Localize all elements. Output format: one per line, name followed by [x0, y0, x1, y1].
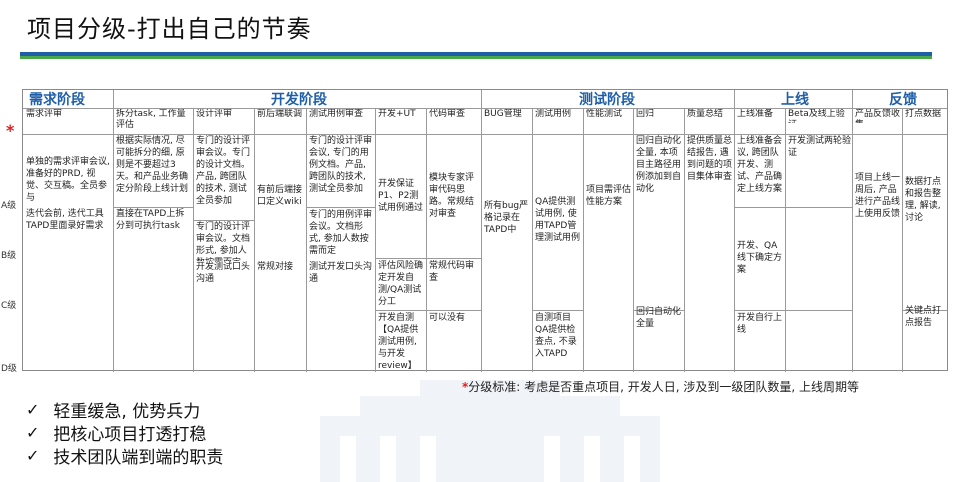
phase-dev: 开发阶段 — [271, 92, 327, 108]
cell-reg-d: 回归自动化全量 — [636, 307, 682, 329]
project-level-table: 需求阶段 开发阶段 测试阶段 上线 反馈 需求评审 拆分task, 工作量评估 … — [22, 89, 948, 372]
row-divider — [734, 310, 852, 311]
col-divider — [426, 108, 427, 372]
cell-design-b: 专门的设计评审会议。文档形式, 参加人数按需而定 — [196, 222, 251, 261]
page-title: 项目分级-打出自己的节奏 — [27, 15, 312, 43]
subheader-test-case: 测试用例 — [535, 109, 572, 119]
cell-design-c: 开发测试口头沟通 — [196, 262, 251, 284]
cell-track-a: 数据打点和报告整理, 解读, 讨论 — [905, 177, 942, 223]
subheader-beta: Beta及线上验证 — [788, 109, 845, 123]
subheader-quality-summary: 质量总结 — [687, 109, 724, 119]
subheader-design-review: 设计评审 — [196, 109, 233, 119]
col-divider — [785, 108, 786, 372]
level-a-label: A级 — [1, 201, 17, 211]
cell-devut-a: 开发保证P1、P2测试用例通过 — [378, 179, 424, 213]
grading-footnote: *分级标准: 考虑是否重点项目, 开发人日, 涉及到一级团队数量, 上线周期等 — [462, 378, 859, 395]
col-divider — [633, 108, 634, 372]
footnote-text: 分级标准: 考虑是否重点项目, 开发人日, 涉及到一级团队数量, 上线周期等 — [468, 380, 860, 394]
subheader-bug-mgmt: BUG管理 — [484, 109, 522, 119]
subheader-dev-ut: 开发+UT — [378, 109, 416, 119]
subheader-product-feedback: 产品反馈收集 — [855, 109, 901, 123]
subheader-regression: 回归 — [636, 109, 655, 119]
cell-perf-a: 项目需评估性能方案 — [586, 185, 632, 207]
row-divider — [532, 310, 583, 311]
bullet-text: 技术团队端到端的职责 — [53, 448, 224, 468]
cell-api-c: 常规对接 — [257, 262, 294, 272]
col-divider — [481, 90, 482, 372]
cell-reg-a: 回归自动化全量, 本项目主路径用例添加到自动化 — [636, 136, 682, 194]
subheader-code-review: 代码审查 — [429, 109, 466, 119]
cell-tcr-c: 测试开发口头沟通 — [309, 262, 373, 284]
cell-pf-a: 项目上线一周后, 产品进行产品线上使用反馈 — [855, 173, 901, 219]
bullet-item: ✓ 把核心项目打透打稳 — [26, 420, 206, 445]
subheader-launch-prep: 上线准备 — [737, 109, 774, 119]
col-divider — [734, 90, 735, 372]
subheader-perf-test: 性能测试 — [586, 109, 623, 119]
cell-tcr-b: 专门的用例评审会议。文档形式, 参加人数按需而定 — [309, 210, 373, 256]
bullet-item: ✓ 技术团队端到端的职责 — [26, 443, 223, 468]
row-divider — [734, 207, 852, 208]
cell-qs-a: 提供质量总结报告, 遇到问题的项目集体审查 — [687, 136, 733, 182]
row-divider — [375, 258, 481, 259]
col-divider — [583, 108, 584, 372]
title-underline-green — [20, 56, 932, 59]
row-divider — [306, 207, 375, 208]
bullet-text: 把核心项目打透打稳 — [53, 425, 207, 445]
cell-bug-a: 所有bug严格记录在TAPD中 — [484, 201, 529, 235]
cell-split-a: 根据实际情况, 尽可能拆分的细, 原则是不要超过3天。和产品业务确定分阶段上线计… — [116, 136, 189, 194]
check-icon: ✓ — [26, 423, 40, 442]
cell-devut-c: 评估风险确定开发自测/QA测试分工 — [378, 261, 424, 307]
col-divider — [684, 108, 685, 372]
bullet-text: 轻重缓急, 优势兵力 — [53, 402, 201, 422]
cell-lp-a: 上线准备会议, 跨团队开发、测试、产品确定上线方案 — [737, 136, 783, 194]
subheader-demand-review: 需求评审 — [26, 109, 63, 119]
cell-beta-a: 开发测试两轮验证 — [788, 136, 851, 158]
col-divider — [902, 108, 903, 372]
bullet-item: ✓ 轻重缓急, 优势兵力 — [26, 397, 200, 422]
cell-split-b: 直接在TAPD上拆分到可执行task — [116, 209, 185, 231]
cell-lp-d: 开发自行上线 — [737, 313, 783, 335]
cell-lp-b: 开发、QA线下确定方案 — [737, 241, 783, 275]
subheader-split-task: 拆分task, 工作量评估 — [116, 109, 186, 130]
col-divider — [306, 108, 307, 372]
level-marker: * — [6, 121, 15, 140]
col-divider — [852, 90, 853, 372]
phase-test: 测试阶段 — [579, 92, 635, 108]
cell-demand-a: 单独的需求评审会议, 准备好的PRD, 视觉、交互稿。全员参与 — [26, 157, 110, 203]
cell-track-d: 关键点打点报告 — [905, 306, 942, 328]
subheader-api-sync: 前后端联调 — [257, 109, 303, 119]
cell-code-c: 常规代码审查 — [429, 261, 475, 283]
cell-devut-d: 开发自测【QA提供测试用例, 与开发review】 — [378, 313, 419, 370]
row-divider — [375, 310, 481, 311]
col-divider — [375, 108, 376, 372]
cell-tcr-a: 专门的设计评审会议, 专门的用例文档。产品, 跨团队的技术, 测试全员参加 — [309, 136, 373, 194]
phase-feedback: 反馈 — [889, 92, 917, 108]
cell-tc-a: QA提供测试用例, 使用TAPD管理测试用例 — [535, 197, 581, 243]
col-divider — [113, 90, 114, 372]
cell-tc-d: 自测项目QA提供检查点, 不录入TAPD — [535, 313, 577, 359]
level-b-label: B级 — [1, 251, 17, 261]
cell-api-a: 有前后端接口定义wiki — [257, 185, 303, 207]
subheader-test-case-review: 测试用例审查 — [309, 109, 364, 119]
cell-demand-b: 迭代会前, 迭代工具TAPD里面录好需求 — [26, 209, 104, 231]
col-divider — [532, 108, 533, 372]
phase-demand: 需求阶段 — [29, 92, 85, 108]
check-icon: ✓ — [26, 400, 40, 419]
phase-launch: 上线 — [781, 92, 809, 108]
check-icon: ✓ — [26, 446, 40, 465]
subheader-tracking: 打点数据 — [905, 109, 942, 119]
col-divider — [254, 108, 255, 372]
level-d-label: D级 — [1, 364, 17, 374]
cell-code-d: 可以没有 — [429, 313, 466, 323]
cell-design-a: 专门的设计评审会议。专门的设计文档。产品, 跨团队的技术, 测试全员参加 — [196, 136, 251, 206]
cell-code-a: 模块专家评审代码思路。常规结对审查 — [429, 173, 475, 219]
level-c-label: C级 — [1, 301, 17, 311]
col-divider — [193, 108, 194, 372]
